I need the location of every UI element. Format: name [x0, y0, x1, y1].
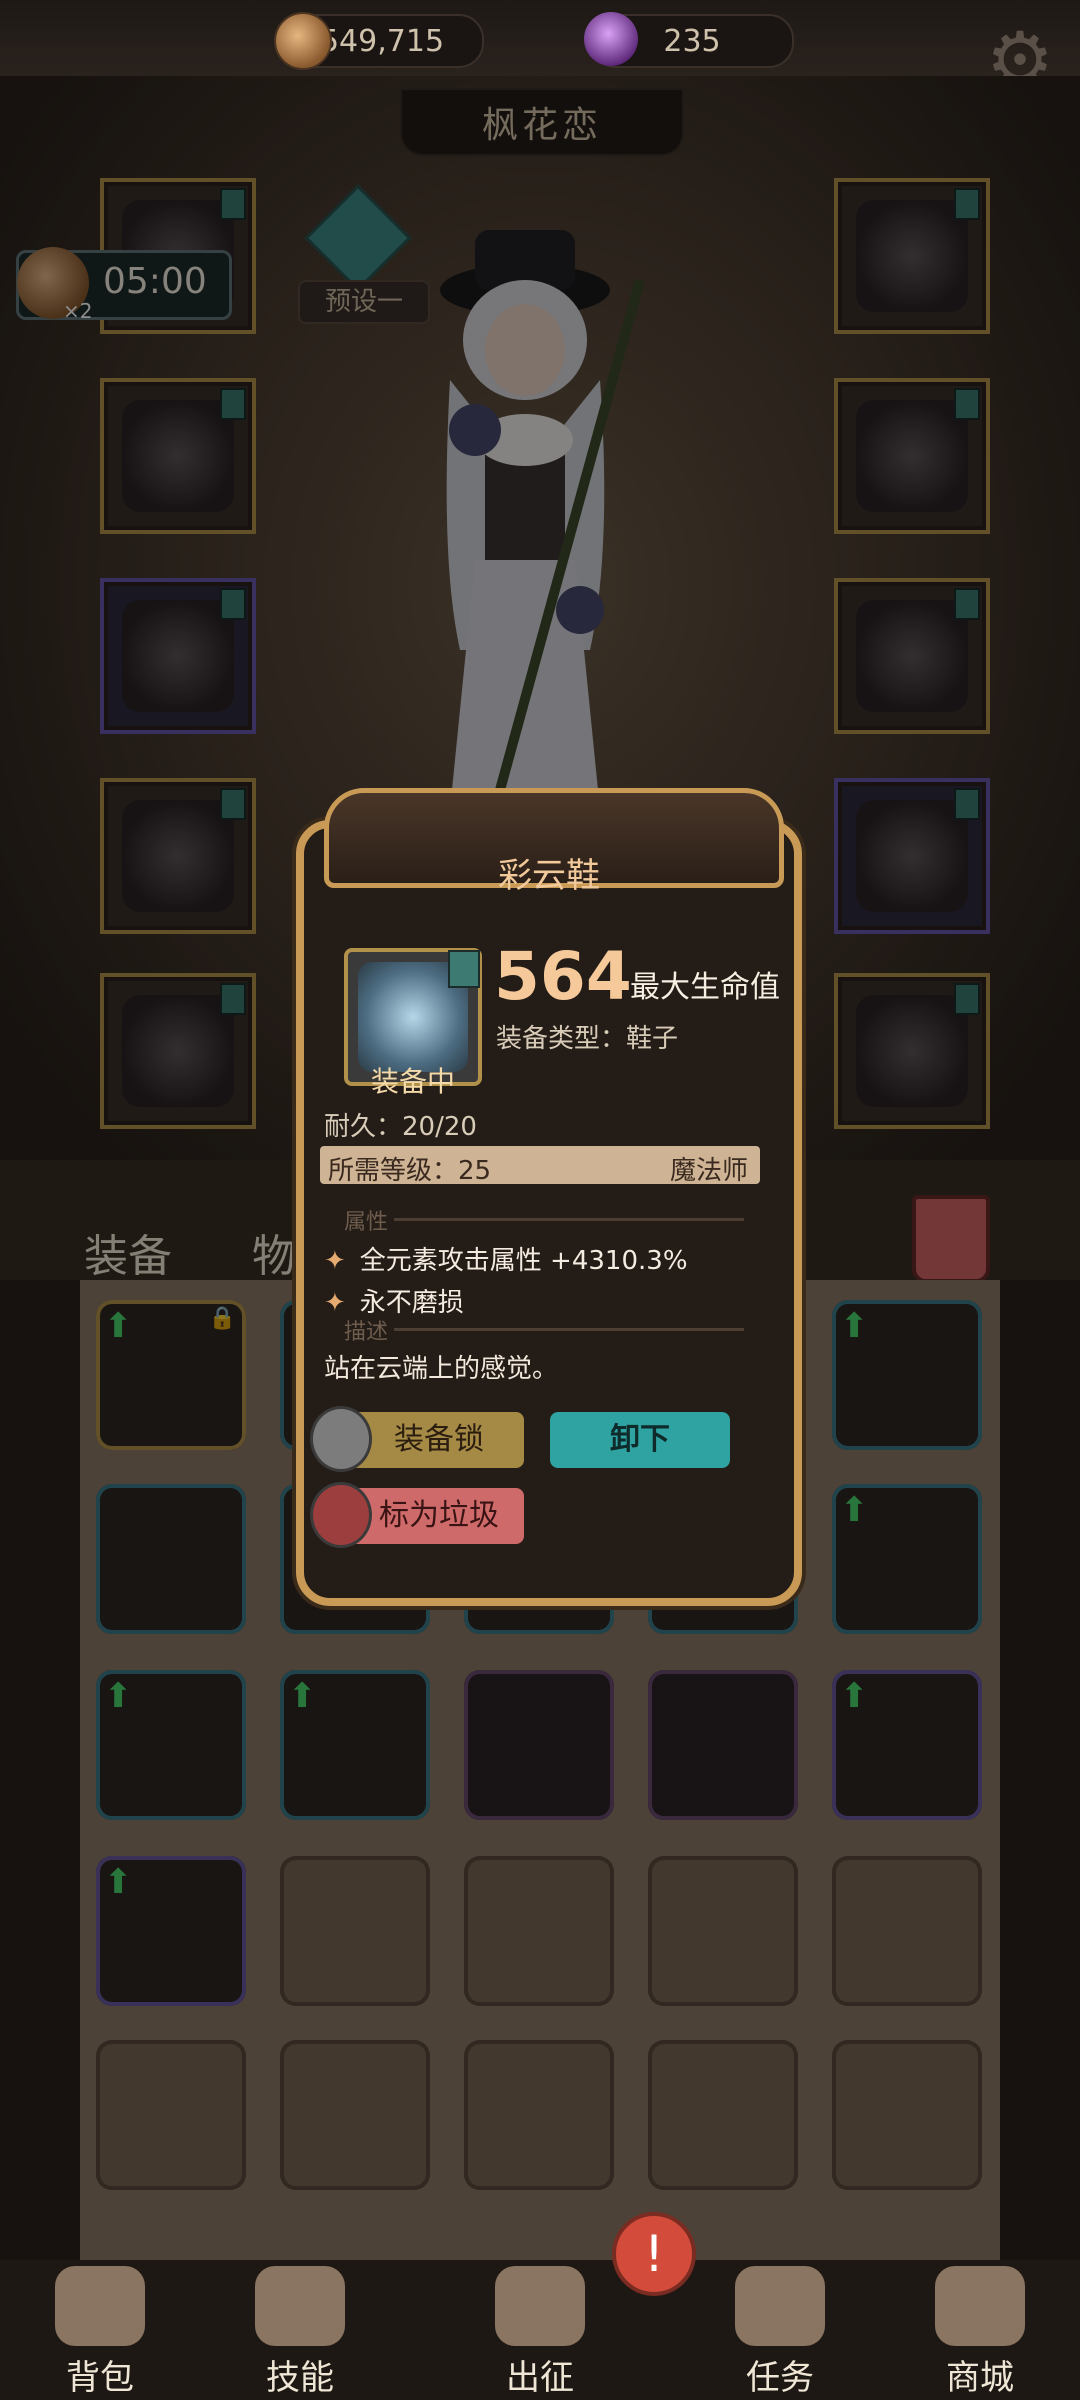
required-class: 魔法师: [669, 1156, 748, 1186]
description-section-label: 描述: [344, 1320, 389, 1345]
attribute-row: ✦ 全元素攻击属性 +4310.3%: [324, 1246, 688, 1276]
nav-skills[interactable]: 技能: [230, 2260, 370, 2400]
gold-amount: 549,715: [319, 23, 445, 59]
required-level: 所需等级：25: [328, 1156, 492, 1186]
item-description: 站在云端上的感觉。: [324, 1354, 559, 1384]
star-icon: ✦: [324, 1246, 346, 1276]
divider: [394, 1218, 744, 1221]
mark-junk-button[interactable]: 标为垃圾: [310, 1482, 524, 1548]
slot-tag-icon: [448, 950, 480, 988]
padlock-icon: [310, 1406, 372, 1472]
level-requirement-bar: 所需等级：25 魔法师: [320, 1146, 760, 1186]
shop-icon: [935, 2266, 1025, 2346]
nav-shop[interactable]: 商城: [910, 2260, 1050, 2400]
alert-badge-icon: !: [612, 2212, 696, 2296]
gold-counter: 549,715: [274, 12, 484, 70]
nav-tasks[interactable]: 任务: [710, 2260, 850, 2400]
main-stat-value: 564: [494, 938, 632, 1015]
nav-bag[interactable]: 背包: [30, 2260, 170, 2400]
equipped-badge: 装备中: [370, 1065, 455, 1098]
battle-map-icon: [495, 2266, 585, 2346]
main-stat-label: 最大生命值: [630, 970, 780, 1005]
bag-icon: [55, 2266, 145, 2346]
equip-lock-button[interactable]: 装备锁: [310, 1406, 524, 1472]
gem-amount: 235: [663, 23, 721, 59]
unequip-button[interactable]: 卸下: [550, 1412, 730, 1468]
divider: [394, 1328, 744, 1331]
gem-counter: 235: [584, 12, 794, 68]
nav-battle[interactable]: 出征: [470, 2260, 610, 2400]
attributes-section-label: 属性: [344, 1210, 389, 1235]
top-bar: [0, 0, 1080, 76]
item-tooltip: 彩云鞋 装备中 564 最大生命值 装备类型：鞋子 耐久：20/20 所需等级：…: [296, 788, 802, 1606]
skills-book-icon: [255, 2266, 345, 2346]
gem-icon: [584, 12, 638, 66]
equip-type: 装备类型：鞋子: [496, 1024, 679, 1054]
item-title: 彩云鞋: [498, 856, 600, 896]
gold-coin-icon: [274, 12, 332, 70]
junk-lantern-icon: [310, 1482, 372, 1548]
durability: 耐久：20/20: [324, 1112, 477, 1142]
star-icon: ✦: [324, 1288, 346, 1318]
tasks-horn-icon: [735, 2266, 825, 2346]
